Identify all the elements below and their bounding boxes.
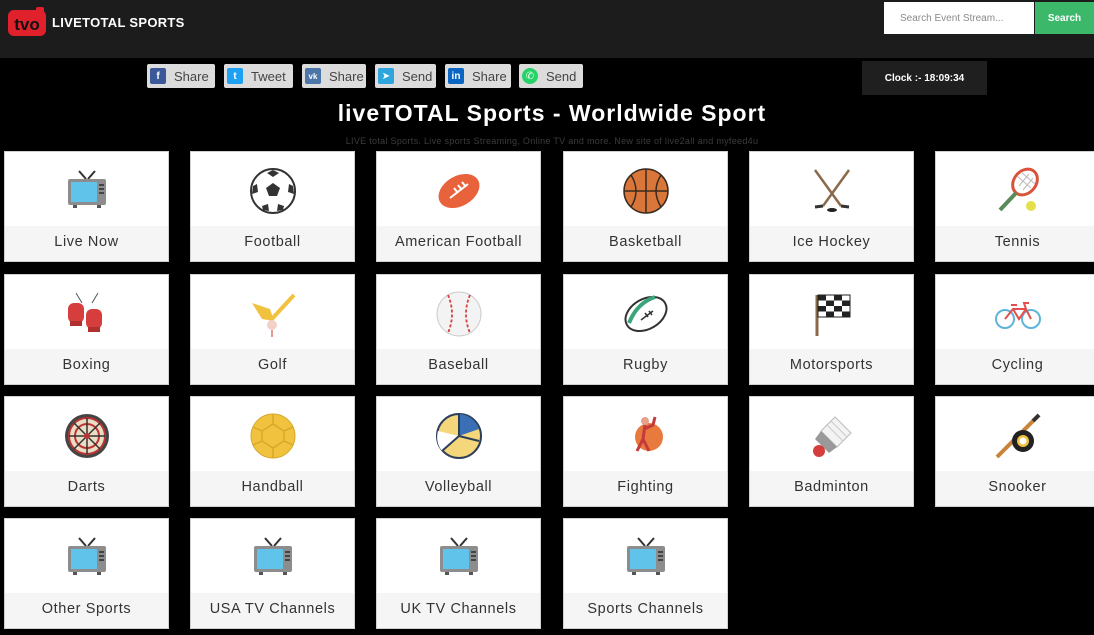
category-label: Sports Channels (564, 593, 727, 628)
basketball-icon (621, 166, 671, 216)
category-label: Live Now (5, 226, 168, 261)
vk-share-button[interactable]: vk Share (302, 64, 366, 88)
handball-icon (248, 411, 298, 461)
whatsapp-icon: ✆ (522, 68, 538, 84)
share-label: Tweet (251, 68, 286, 84)
category-label: Cycling (936, 349, 1094, 384)
volleyball-icon (434, 411, 484, 461)
category-label: Rugby (564, 349, 727, 384)
page-title: liveTOTAL Sports - Worldwide Sport (337, 100, 767, 126)
category-tile-football[interactable]: Football (190, 151, 355, 262)
category-label: Basketball (564, 226, 727, 261)
category-tile-tennis[interactable]: Tennis (935, 151, 1094, 262)
category-tile-uk-tv-channels[interactable]: UK TV Channels (376, 518, 541, 629)
share-label: Share (472, 68, 507, 84)
golf-club-icon (248, 289, 298, 339)
category-tile-usa-tv-channels[interactable]: USA TV Channels (190, 518, 355, 629)
category-label: American Football (377, 226, 540, 261)
boxing-gloves-icon (62, 289, 112, 339)
rugby-ball-icon (621, 289, 671, 339)
tv-icon (434, 533, 484, 583)
fighter-icon (621, 411, 671, 461)
svg-text:tvo: tvo (14, 15, 40, 34)
category-tile-golf[interactable]: Golf (190, 274, 355, 385)
vk-icon: vk (305, 68, 321, 84)
shuttlecock-icon (807, 411, 857, 461)
twitter-share-button[interactable]: t Tweet (224, 64, 293, 88)
category-label: Baseball (377, 349, 540, 384)
category-label: Tennis (936, 226, 1094, 261)
checkered-flag-icon (807, 289, 857, 339)
share-label: Share (329, 68, 364, 84)
category-label: Other Sports (5, 593, 168, 628)
category-tile-ice-hockey[interactable]: Ice Hockey (749, 151, 914, 262)
linkedin-icon: in (448, 68, 464, 84)
category-label: Volleyball (377, 471, 540, 506)
category-tile-baseball[interactable]: Baseball (376, 274, 541, 385)
category-label: Golf (191, 349, 354, 384)
tvo-logo-icon[interactable]: tvo (7, 6, 47, 38)
soccer-ball-icon (248, 166, 298, 216)
category-tile-boxing[interactable]: Boxing (4, 274, 169, 385)
category-label: UK TV Channels (377, 593, 540, 628)
clock-display: Clock :- 18:09:34 (862, 61, 987, 95)
category-label: Fighting (564, 471, 727, 506)
dartboard-icon (62, 411, 112, 461)
tv-icon (248, 533, 298, 583)
category-tile-live-now[interactable]: Live Now (4, 151, 169, 262)
baseball-icon (434, 289, 484, 339)
top-navbar: tvo LIVETOTAL SPORTS Search (0, 0, 1094, 58)
category-label: USA TV Channels (191, 593, 354, 628)
category-tile-rugby[interactable]: Rugby (563, 274, 728, 385)
category-label: Ice Hockey (750, 226, 913, 261)
category-tile-badminton[interactable]: Badminton (749, 396, 914, 507)
telegram-share-button[interactable]: ➤ Send (375, 64, 436, 88)
share-label: Share (174, 68, 209, 84)
category-tile-basketball[interactable]: Basketball (563, 151, 728, 262)
tennis-racket-icon (993, 166, 1043, 216)
brand-name[interactable]: LIVETOTAL SPORTS (52, 15, 185, 30)
category-label: Snooker (936, 471, 1094, 506)
category-tile-handball[interactable]: Handball (190, 396, 355, 507)
category-tile-other-sports[interactable]: Other Sports (4, 518, 169, 629)
page-tagline: LIVE total Sports. Live sports Streaming… (345, 136, 759, 146)
category-tile-sports-channels[interactable]: Sports Channels (563, 518, 728, 629)
category-tile-fighting[interactable]: Fighting (563, 396, 728, 507)
category-tile-american-football[interactable]: American Football (376, 151, 541, 262)
tv-icon (62, 533, 112, 583)
category-tile-cycling[interactable]: Cycling (935, 274, 1094, 385)
american-football-icon (434, 166, 484, 216)
category-label: Darts (5, 471, 168, 506)
category-label: Motorsports (750, 349, 913, 384)
hockey-sticks-icon (807, 166, 857, 216)
share-label: Send (546, 68, 577, 84)
category-tile-darts[interactable]: Darts (4, 396, 169, 507)
tv-icon (621, 533, 671, 583)
search-button[interactable]: Search (1035, 2, 1094, 34)
bicycle-icon (993, 289, 1043, 339)
telegram-icon: ➤ (378, 68, 394, 84)
category-label: Football (191, 226, 354, 261)
snooker-cue-icon (993, 411, 1043, 461)
facebook-icon: f (150, 68, 166, 84)
linkedin-share-button[interactable]: in Share (445, 64, 511, 88)
category-tile-snooker[interactable]: Snooker (935, 396, 1094, 507)
share-label: Send (402, 68, 433, 84)
category-tile-volleyball[interactable]: Volleyball (376, 396, 541, 507)
whatsapp-share-button[interactable]: ✆ Send (519, 64, 583, 88)
twitter-icon: t (227, 68, 243, 84)
category-tile-motorsports[interactable]: Motorsports (749, 274, 914, 385)
category-label: Boxing (5, 349, 168, 384)
category-label: Handball (191, 471, 354, 506)
search-input[interactable] (884, 2, 1034, 34)
category-label: Badminton (750, 471, 913, 506)
facebook-share-button[interactable]: f Share (147, 64, 215, 88)
tv-icon (62, 166, 112, 216)
